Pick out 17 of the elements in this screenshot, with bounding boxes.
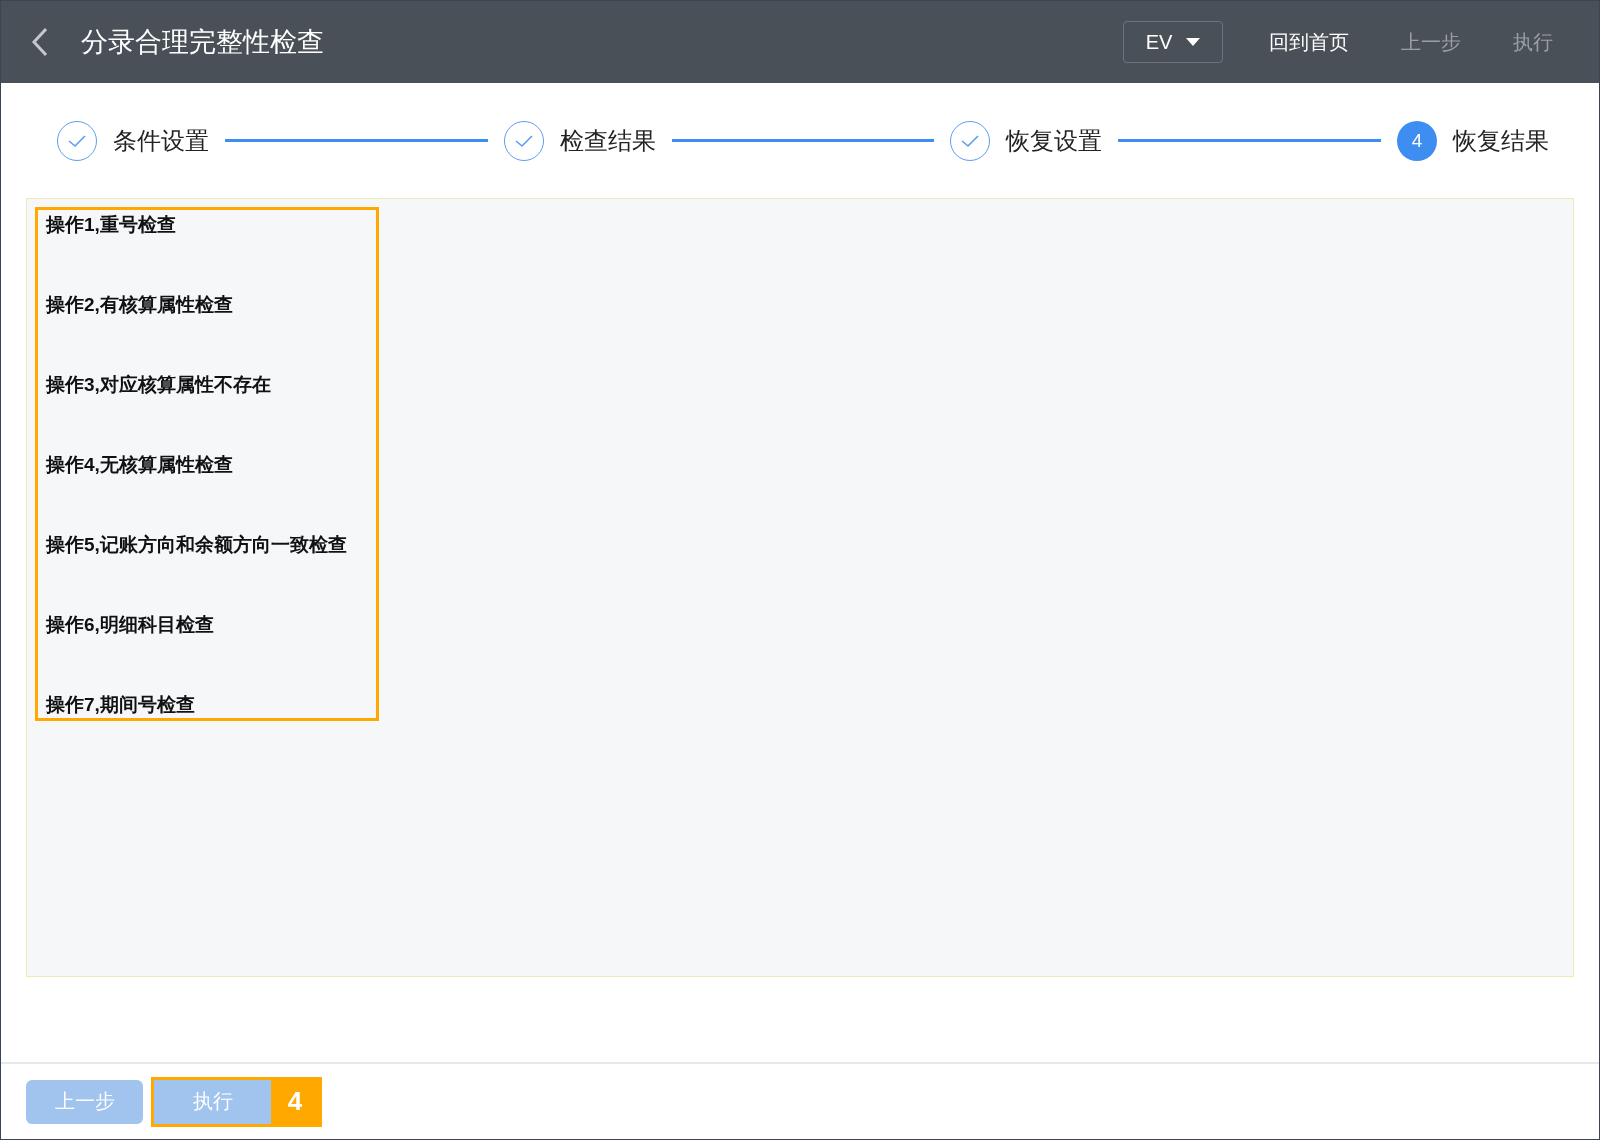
step-number: 4 (1397, 120, 1437, 161)
result-line: 操作5,记账方向和余额方向一致检查 (46, 533, 348, 557)
page-title: 分录合理完整性检查 (81, 26, 325, 59)
step-label: 恢复设置 (1006, 125, 1103, 156)
step-label: 检查结果 (559, 125, 656, 156)
result-line: 操作3,对应核算属性不存在 (46, 373, 272, 397)
result-line: 操作1,重号检查 (46, 213, 177, 237)
ledger-dropdown[interactable]: EV (1123, 21, 1223, 63)
step-label: 条件设置 (113, 125, 209, 156)
result-line: 操作7,期间号检查 (46, 693, 196, 717)
header-action-button[interactable]: 回到首页 (1243, 28, 1375, 56)
caret-icon (1186, 38, 1201, 46)
result-line: 操作2,有核算属性检查 (46, 293, 234, 317)
step-label: 恢复结果 (1453, 125, 1549, 156)
result-line: 操作4,无核算属性检查 (46, 453, 234, 477)
result-line: 操作6,明细科目检查 (46, 613, 215, 637)
callout-badge: 4 (271, 1079, 319, 1124)
